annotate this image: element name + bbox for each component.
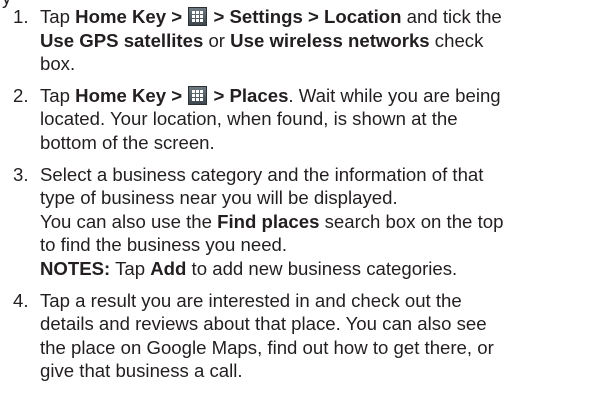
step-2-line-1: Tap Home Key > > Places. Wait while you … <box>40 84 501 106</box>
step-1: 1. Tap Home Key > > Settings > Location … <box>0 5 585 76</box>
step-4-line-2: details and reviews about that place. Yo… <box>40 313 487 335</box>
step-3: 3. Select a business category and the in… <box>0 163 585 281</box>
app-drawer-grid-icon <box>188 7 208 26</box>
step-number: 2. <box>13 84 29 106</box>
home-key-label: Home Key > <box>75 84 183 106</box>
step-1-line-3: box. <box>40 53 76 75</box>
home-key-label: Home Key > <box>75 6 183 27</box>
step-4-line-1: Tap a result you are interested in and c… <box>40 289 462 311</box>
step-4-line-4: give that business a call. <box>40 360 243 382</box>
step-2-line-3: bottom of the screen. <box>40 131 215 153</box>
settings-location-path: > Settings > Location <box>208 6 402 27</box>
add-label: Add <box>150 257 187 279</box>
step-3-line-1: Select a business category and the infor… <box>40 163 484 185</box>
notes-label: NOTES: <box>40 257 111 279</box>
step-1-line-2: Use GPS satellites or Use wireless netwo… <box>40 29 484 51</box>
step-1-line-1: Tap Home Key > > Settings > Location and… <box>40 6 502 27</box>
app-drawer-grid-icon <box>188 85 208 105</box>
step-number: 1. <box>13 6 29 27</box>
use-wireless-label: Use wireless networks <box>230 29 430 51</box>
step-4: 4. Tap a result you are interested in an… <box>0 289 585 383</box>
step-4-line-3: the place on Google Maps, find out how t… <box>40 336 494 358</box>
places-path: > Places <box>208 84 289 106</box>
find-places-label: Find places <box>217 210 320 232</box>
step-3-line-3: You can also use the Find places search … <box>40 210 504 232</box>
step-number: 4. <box>13 289 29 311</box>
step-2-line-2: located. Your location, when found, is s… <box>40 108 458 130</box>
step-3-line-2: type of business near you will be displa… <box>40 187 398 209</box>
step-3-notes: NOTES: Tap Add to add new business categ… <box>40 257 458 279</box>
step-number: 3. <box>13 163 29 185</box>
instruction-steps: 1. Tap Home Key > > Settings > Location … <box>0 5 589 391</box>
step-2: 2. Tap Home Key > > Places. Wait while y… <box>0 84 585 155</box>
use-gps-label: Use GPS satellites <box>40 29 204 51</box>
step-3-line-4: to find the business you need. <box>40 234 288 256</box>
